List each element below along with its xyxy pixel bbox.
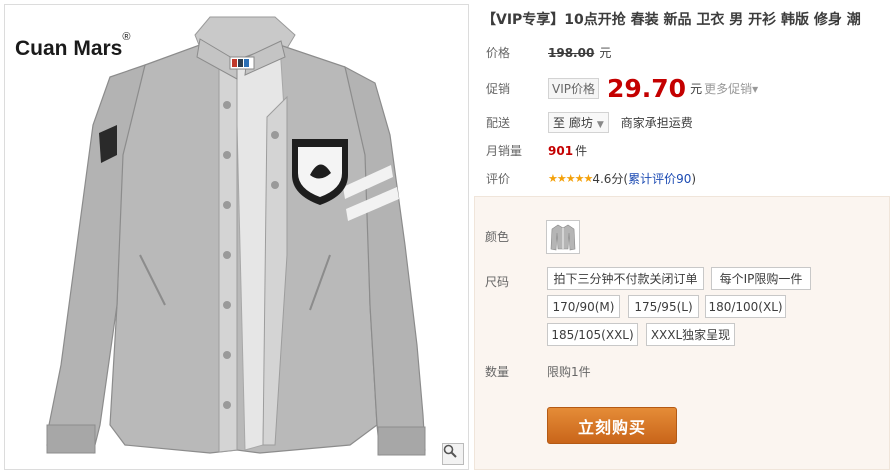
brand-name: Cuan Mars <box>15 37 123 60</box>
jacket-illustration <box>46 16 426 456</box>
price-unit: 元 <box>599 46 612 60</box>
shipping-label: 配送 <box>486 116 511 130</box>
size-option-l[interactable]: 175/95(L) <box>628 295 699 318</box>
product-image[interactable]: Cuan Mars® <box>4 4 469 470</box>
size-option-xl[interactable]: 180/100(XL) <box>705 295 786 318</box>
original-price: 198.00 <box>548 45 595 60</box>
size-option-notice-1[interactable]: 拍下三分钟不付款关闭订单 <box>547 267 704 290</box>
zoom-button[interactable] <box>442 443 464 465</box>
promo-unit: 元 <box>690 82 703 96</box>
rating-score: 4.6分( <box>592 172 629 186</box>
vip-price-badge: VIP价格 <box>548 78 599 99</box>
brand-logo: Cuan Mars® <box>15 31 130 61</box>
magnifier-icon <box>443 444 457 458</box>
size-option-notice-2[interactable]: 每个IP限购一件 <box>711 267 811 290</box>
size-label: 尺码 <box>485 275 510 289</box>
quantity-limit: 限购1件 <box>547 365 591 379</box>
size-option-xxxl[interactable]: XXXL独家呈现 <box>646 323 735 346</box>
size-option-xxl[interactable]: 185/105(XXL) <box>547 323 638 346</box>
price-label: 价格 <box>486 46 511 60</box>
quantity-label: 数量 <box>485 365 510 379</box>
monthly-sales-label: 月销量 <box>486 144 523 158</box>
color-label: 颜色 <box>485 230 510 244</box>
reviews-link[interactable]: 累计评价90 <box>628 170 691 187</box>
brand-registered-mark: ® <box>122 31 131 43</box>
promo-label: 促销 <box>486 82 511 96</box>
rating-close: ) <box>691 171 697 186</box>
buy-now-button[interactable]: 立刻购买 <box>547 407 677 444</box>
shipping-note: 商家承担运费 <box>620 116 693 130</box>
more-promotions-link[interactable]: 更多促销▾ <box>704 80 758 97</box>
jacket-thumbnail-icon <box>550 224 576 251</box>
price-row: 价格 198.00 元 <box>486 44 611 61</box>
rating-label: 评价 <box>486 172 511 186</box>
monthly-sales-row: 月销量 901 件 <box>486 142 587 159</box>
destination-select[interactable]: 至 廊坊 ▼ <box>548 112 609 133</box>
rating-stars-icon: ★★★★★ <box>548 172 593 185</box>
monthly-sales-unit: 件 <box>575 144 588 158</box>
destination-value: 至 廊坊 <box>553 116 593 130</box>
promo-row: 促销 VIP价格 29.70 元 更多促销▾ <box>486 74 758 103</box>
shipping-row: 配送 至 廊坊 ▼ 商家承担运费 <box>486 112 693 133</box>
chevron-down-icon: ▼ <box>596 120 604 130</box>
rating-row: 评价 ★★★★★ 4.6分(累计评价90) <box>486 170 696 187</box>
monthly-sales-value: 901 <box>548 143 574 158</box>
purchase-options-panel: 颜色 尺码 拍下三分钟不付款关闭订单 每个IP限购一件 170/90(M) 17… <box>474 196 890 470</box>
promo-price: 29.70 <box>607 74 687 103</box>
size-option-m[interactable]: 170/90(M) <box>547 295 620 318</box>
color-swatch[interactable] <box>546 220 580 254</box>
product-title: 【VIP专享】10点开抢 春装 新品 卫衣 男 开衫 韩版 修身 潮 <box>482 12 861 28</box>
